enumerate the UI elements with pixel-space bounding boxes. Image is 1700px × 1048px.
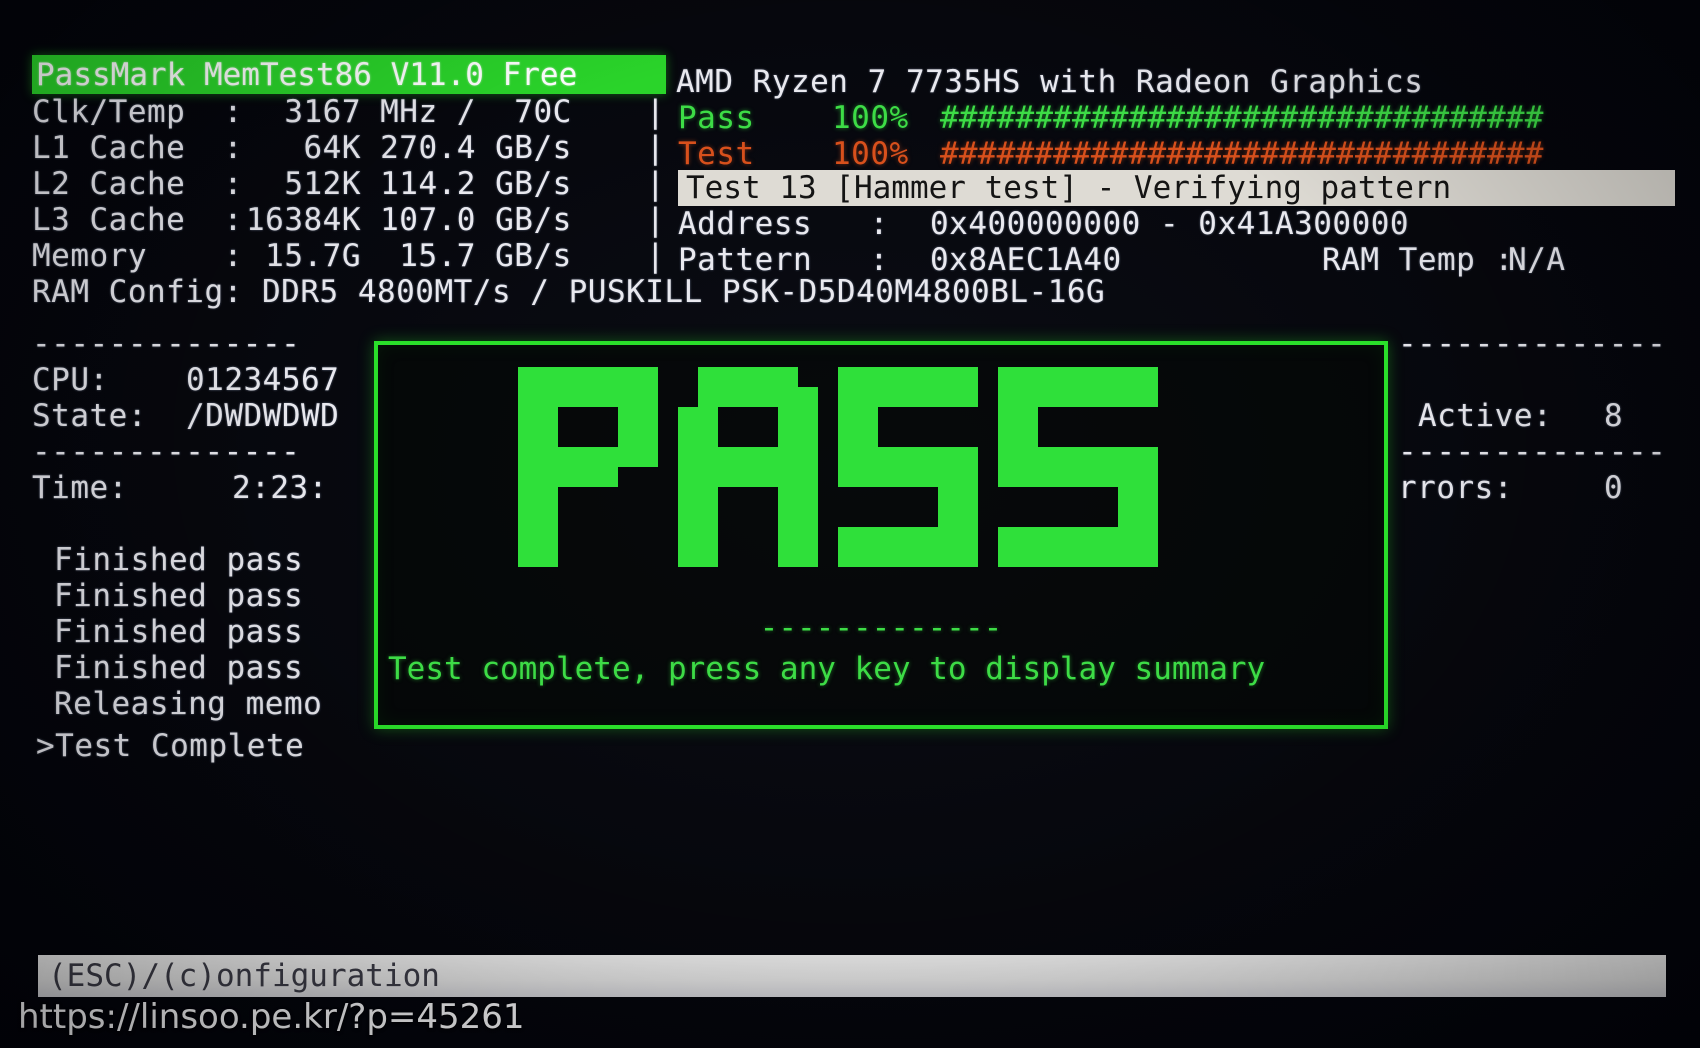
clk-temp-label: Clk/Temp : [32, 94, 243, 130]
pass-panel-divider: ------------- [759, 610, 1003, 646]
test-progress-label: Test [678, 136, 755, 172]
active-cpus-label: Active: [1418, 398, 1553, 434]
memory-value: 15.7G 15.7 GB/s [246, 238, 572, 274]
bottom-menu-bar[interactable]: (ESC)/(c)onfiguration [38, 955, 1666, 997]
pass-panel-message: Test complete, press any key to display … [388, 651, 1266, 687]
l2-cache-label: L2 Cache : [32, 166, 243, 202]
configuration-menu-item[interactable]: (ESC)/(c)onfiguration [48, 957, 440, 995]
pass-progress-bar: ################################ [940, 100, 1544, 136]
divider-mid-left: -------------- [32, 434, 301, 470]
app-title-bar: PassMark MemTest86 V11.0 Free [32, 55, 666, 94]
current-test-label: Test 13 [Hammer test] - Verifying patter… [686, 170, 1452, 206]
column-separator: | [646, 130, 666, 166]
cpu-model-label: AMD Ryzen 7 7735HS with Radeon Graphics [676, 64, 1424, 100]
elapsed-time-value: 2:23: [232, 470, 328, 506]
ram-temp-label: RAM Temp : [1322, 242, 1514, 278]
test-progress-percent: 100% [832, 136, 909, 172]
app-title: PassMark MemTest86 V11.0 Free [36, 57, 578, 93]
errors-label: rrors: [1398, 470, 1513, 506]
address-value: 0x400000000 - 0x41A300000 [930, 206, 1410, 242]
source-watermark: https://linsoo.pe.kr/?p=45261 [18, 997, 525, 1037]
log-line: Finished pass [54, 578, 304, 614]
test-progress-bar: ################################ [940, 136, 1544, 172]
memtest-screen: PassMark MemTest86 V11.0 Free AMD Ryzen … [0, 0, 1700, 1048]
divider-top-right: -------------- [1398, 326, 1667, 362]
active-cpus-value: 8 [1604, 398, 1624, 434]
column-separator: | [646, 94, 666, 130]
errors-value: 0 [1604, 470, 1624, 506]
pattern-label: Pattern : [678, 242, 889, 278]
l3-cache-label: L3 Cache : [32, 202, 243, 238]
log-line: Finished pass [54, 542, 304, 578]
cpu-state-value: /DWDWDWD [186, 398, 340, 434]
ram-config-label: RAM Config: [32, 274, 243, 310]
pass-result-panel: ------------- Test complete, press any k… [374, 341, 1388, 729]
divider-top-left: -------------- [32, 326, 301, 362]
clk-temp-value: 3167 MHz / 70C [246, 94, 572, 130]
column-separator: | [646, 202, 666, 238]
pass-progress-label: Pass [678, 100, 755, 136]
cpu-state-label: State: [32, 398, 147, 434]
log-line: Releasing memo [54, 686, 323, 722]
ram-temp-value: N/A [1508, 242, 1566, 278]
memory-label: Memory : [32, 238, 243, 274]
log-line: Finished pass [54, 650, 304, 686]
log-line: Finished pass [54, 614, 304, 650]
test-complete-line: >Test Complete [36, 728, 305, 764]
divider-mid-right: -------------- [1398, 434, 1667, 470]
ram-config-value: DDR5 4800MT/s / PUSKILL PSK-D5D40M4800BL… [262, 274, 1106, 310]
address-label: Address : [678, 206, 889, 242]
cpu-list-label: CPU: [32, 362, 109, 398]
l3-cache-value: 16384K 107.0 GB/s [246, 202, 572, 238]
cpu-list-value: 01234567 [186, 362, 340, 398]
pattern-value: 0x8AEC1A40 [930, 242, 1122, 278]
l2-cache-value: 512K 114.2 GB/s [246, 166, 572, 202]
elapsed-time-label: Time: [32, 470, 128, 506]
pass-progress-percent: 100% [832, 100, 909, 136]
column-separator: | [646, 166, 666, 202]
l1-cache-label: L1 Cache : [32, 130, 243, 166]
current-test-bar: Test 13 [Hammer test] - Verifying patter… [678, 170, 1675, 206]
column-separator: | [646, 238, 666, 274]
l1-cache-value: 64K 270.4 GB/s [246, 130, 572, 166]
pass-banner-graphic [518, 367, 1158, 567]
